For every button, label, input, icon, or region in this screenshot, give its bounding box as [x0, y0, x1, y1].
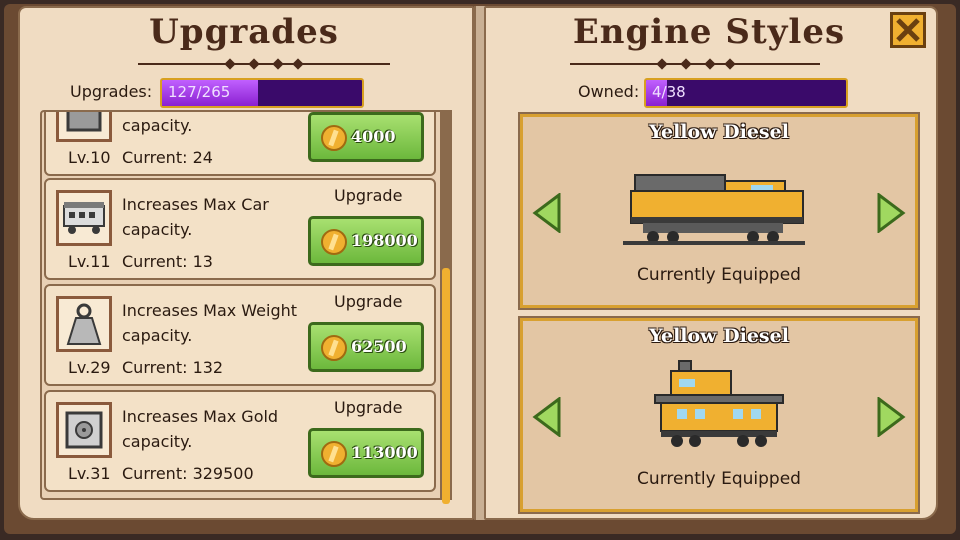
- engine-style-card: Yellow Diesel Currently Equipped: [518, 316, 920, 514]
- upgrade-description: -capacity.: [122, 116, 193, 135]
- engine-style-card: Yellow Diesel Currently Equipped: [518, 112, 920, 310]
- upgrade-description: Increases Max Weight capacity.: [122, 301, 298, 345]
- upgrade-level: Lv.29: [68, 358, 111, 377]
- upgrade-current: Current: 13: [122, 252, 213, 271]
- upgrade-price: 62500: [351, 337, 407, 356]
- upgrades-progress-bar: 127/265: [160, 78, 364, 108]
- upgrade-current: Current: 329500: [122, 464, 254, 483]
- engine-style-name: Yellow Diesel: [649, 325, 789, 347]
- owned-progress-bar: 4/38: [644, 78, 848, 108]
- upgrade-label: Upgrade: [334, 292, 403, 311]
- next-style-arrow-icon[interactable]: [875, 193, 907, 233]
- weight-icon: [56, 296, 112, 352]
- next-style-arrow-icon[interactable]: [875, 397, 907, 437]
- equipped-status: Currently Equipped: [637, 469, 801, 489]
- box-icon: [56, 112, 112, 142]
- upgrade-label: Upgrade: [334, 398, 403, 417]
- upgrade-card-max-car: Increases Max Car capacity. Lv.11 Current…: [44, 178, 436, 280]
- upgrade-price: 198000: [351, 231, 418, 250]
- owned-progress-text: 4/38: [652, 83, 686, 101]
- passenger-car-icon: [56, 190, 112, 246]
- upgrade-price: 113000: [351, 443, 418, 462]
- upgrade-label: Upgrade: [334, 186, 403, 205]
- upgrade-level: Lv.11: [68, 252, 111, 271]
- coin-icon: [321, 229, 347, 255]
- equipped-status: Currently Equipped: [637, 265, 801, 285]
- title-ornament: [138, 58, 390, 70]
- owned-count-label: Owned:: [578, 82, 640, 101]
- upgrade-card-max-gold: Increases Max Gold capacity. Lv.31 Curren…: [44, 390, 436, 492]
- upgrade-price: 4000: [351, 127, 396, 146]
- prev-style-arrow-icon[interactable]: [531, 397, 563, 437]
- buy-upgrade-button[interactable]: 4000: [308, 112, 424, 162]
- upgrade-level: Lv.10: [68, 148, 111, 167]
- upgrade-list[interactable]: -capacity. Lv.10 Current: 24 4000 Increa…: [40, 110, 444, 500]
- engine-styles-title: Engine Styles: [572, 12, 846, 52]
- buy-upgrade-button[interactable]: 62500: [308, 322, 424, 372]
- safe-icon: [56, 402, 112, 458]
- scrollbar-thumb[interactable]: [442, 268, 450, 504]
- upgrade-description: Increases Max Car capacity.: [122, 195, 269, 239]
- diesel-locomotive-icon: [623, 174, 805, 245]
- upgrades-title: Upgrades: [149, 12, 339, 52]
- buy-upgrade-button[interactable]: 198000: [308, 216, 424, 266]
- close-button[interactable]: [890, 12, 926, 48]
- upgrade-current: Current: 132: [122, 358, 224, 377]
- upgrades-progress-text: 127/265: [168, 83, 231, 101]
- buy-upgrade-button[interactable]: 113000: [308, 428, 424, 478]
- coin-icon: [321, 441, 347, 467]
- upgrade-current: Current: 24: [122, 148, 213, 167]
- close-icon: [896, 18, 920, 42]
- coin-icon: [321, 125, 347, 151]
- upgrade-level: Lv.31: [68, 464, 111, 483]
- upgrade-card-max-weight: Increases Max Weight capacity. Lv.29 Curr…: [44, 284, 436, 386]
- title-ornament: [570, 58, 820, 70]
- upgrades-count-label: Upgrades:: [70, 82, 153, 101]
- upgrade-description: Increases Max Gold capacity.: [122, 407, 279, 451]
- caboose-icon: [654, 360, 784, 447]
- coin-icon: [321, 335, 347, 361]
- upgrade-card-box-capacity: -capacity. Lv.10 Current: 24 4000: [44, 112, 436, 176]
- prev-style-arrow-icon[interactable]: [531, 193, 563, 233]
- engine-style-name: Yellow Diesel: [649, 121, 789, 143]
